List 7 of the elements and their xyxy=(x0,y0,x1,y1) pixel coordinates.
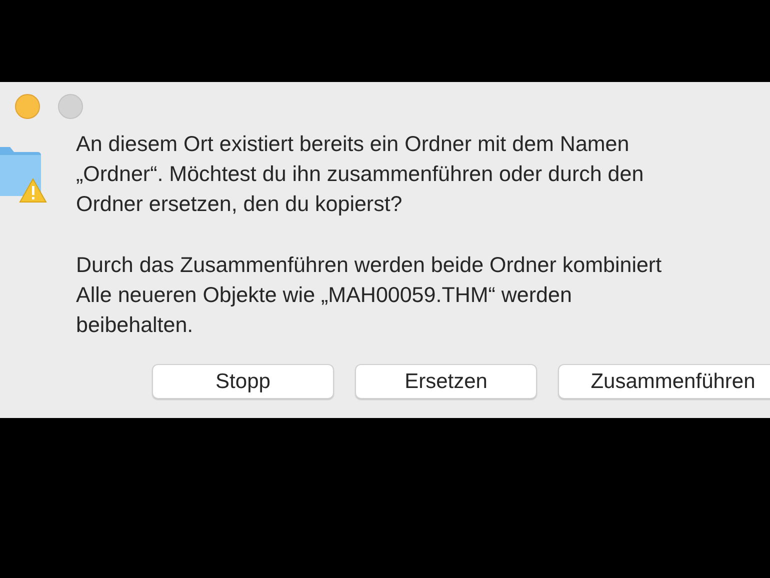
minimize-button[interactable] xyxy=(15,94,40,119)
dialog-detail: Durch das Zusammenführen werden beide Ordner kombiniert Alle neueren Objekte wie „MAH00059.THM“ werden beibehalten. xyxy=(76,252,663,339)
dialog-message: An diesem Ort existiert bereits ein Ordner mit dem Namen „Ordner“. Möchtest du ihn zusammenführen oder durch den Ordner ersetzen, den du kopierst? xyxy=(76,131,645,218)
zoom-button[interactable] xyxy=(58,94,83,119)
dialog-button[interactable]: Zusammenführen xyxy=(558,364,770,399)
dialog-button[interactable]: Stopp xyxy=(152,364,334,399)
dialog-button[interactable]: Ersetzen xyxy=(355,364,537,399)
